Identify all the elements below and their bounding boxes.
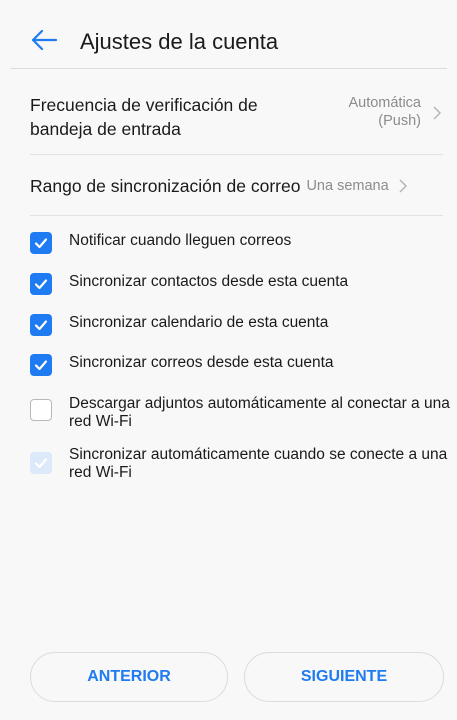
- check-icon: [34, 320, 48, 331]
- option-label: Notificar cuando lleguen correos: [69, 232, 292, 249]
- chevron-right-icon: [433, 106, 442, 120]
- checkbox-checked[interactable]: [30, 232, 52, 254]
- option-sync-mail[interactable]: Sincronizar correos desde esta cuenta: [30, 354, 457, 376]
- check-icon: [34, 279, 48, 290]
- option-label: Sincronizar automáticamente cuando se co…: [69, 446, 448, 481]
- previous-button[interactable]: ANTERIOR: [30, 652, 228, 702]
- option-notify-mail[interactable]: Notificar cuando lleguen correos: [30, 232, 457, 254]
- option-label: Descargar adjuntos automáticamente al co…: [69, 395, 450, 430]
- option-label: Sincronizar calendario de esta cuenta: [69, 314, 329, 331]
- sync-range-label: Rango de sincronización de correo: [30, 176, 301, 196]
- check-icon: [34, 238, 48, 249]
- header-divider: [10, 68, 447, 69]
- app-header: Ajustes de la cuenta: [0, 0, 457, 70]
- option-label: Sincronizar correos desde esta cuenta: [69, 354, 334, 371]
- checkbox-checked[interactable]: [30, 354, 52, 376]
- checkbox-unchecked[interactable]: [30, 399, 52, 421]
- divider: [30, 154, 443, 155]
- back-arrow-icon[interactable]: [30, 28, 58, 52]
- checkbox-disabled-checked: [30, 452, 52, 474]
- checkbox-checked[interactable]: [30, 273, 52, 295]
- chevron-right-icon: [399, 179, 407, 193]
- inbox-frequency-setting[interactable]: Frecuencia de verificación de bandeja de…: [30, 92, 443, 142]
- option-auto-sync-wifi: Sincronizar automáticamente cuando se co…: [30, 446, 457, 482]
- option-download-attachments[interactable]: Descargar adjuntos automáticamente al co…: [30, 395, 457, 431]
- sync-range-setting[interactable]: Rango de sincronización de correo Una se…: [30, 172, 443, 200]
- option-sync-calendar[interactable]: Sincronizar calendario de esta cuenta: [30, 314, 457, 336]
- next-button[interactable]: SIGUIENTE: [244, 652, 444, 702]
- page-title: Ajustes de la cuenta: [80, 29, 279, 54]
- inbox-frequency-value: Automática (Push): [348, 95, 421, 129]
- inbox-frequency-label: Frecuencia de verificación de bandeja de…: [30, 95, 258, 139]
- option-sync-contacts[interactable]: Sincronizar contactos desde esta cuenta: [30, 273, 457, 295]
- sync-range-value: Una semana: [306, 178, 389, 194]
- checkbox-checked[interactable]: [30, 314, 52, 336]
- check-icon: [34, 458, 48, 469]
- option-label: Sincronizar contactos desde esta cuenta: [69, 273, 349, 290]
- divider: [30, 215, 443, 216]
- check-icon: [34, 360, 48, 371]
